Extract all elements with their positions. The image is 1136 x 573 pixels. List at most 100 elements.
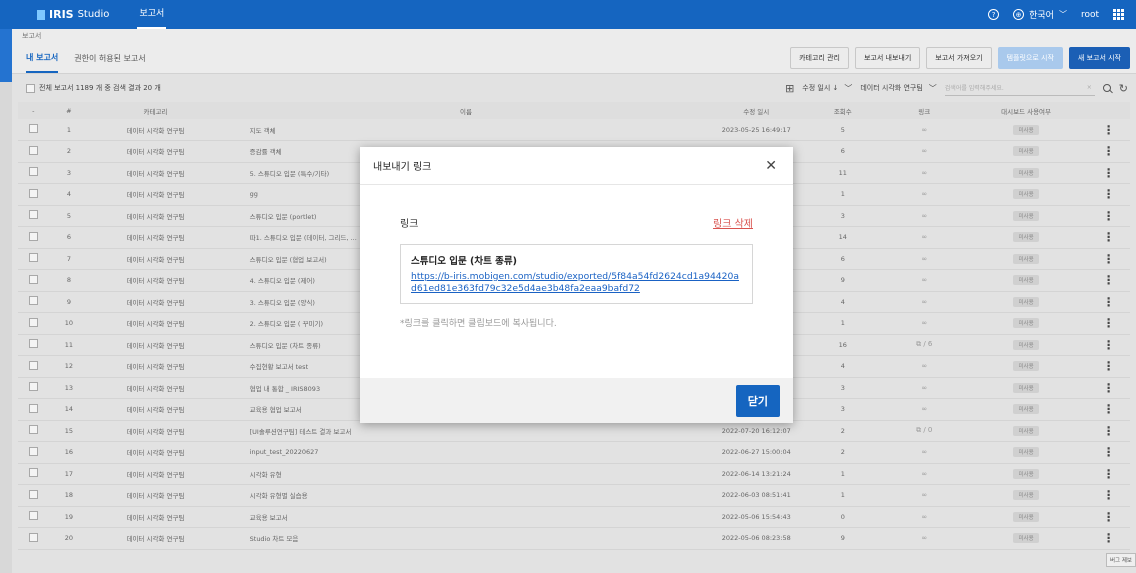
link-icon[interactable]: ∞ — [921, 534, 927, 542]
more-options-icon[interactable]: ⋮ — [1103, 252, 1115, 266]
help-icon[interactable]: ? — [988, 9, 1000, 20]
row-checkbox[interactable] — [28, 468, 38, 478]
link-icon[interactable]: ∞ — [921, 405, 927, 413]
column-header-dashboard[interactable]: 대시보드 사용여부 — [965, 102, 1087, 119]
column-header-views[interactable]: 조회수 — [802, 102, 883, 119]
column-header-select[interactable]: - — [18, 102, 49, 119]
template-start-button[interactable]: 템플릿으로 시작 — [997, 47, 1063, 69]
row-checkbox[interactable] — [28, 382, 38, 392]
category-filter-select[interactable]: 데이터 시각화 연구팀 ﹀ — [860, 83, 936, 94]
row-checkbox[interactable] — [28, 274, 38, 284]
link-icon[interactable]: ∞ — [921, 298, 927, 306]
link-icon[interactable]: ∞ — [921, 319, 927, 327]
table-row[interactable]: 16 데이터 시각화 연구팀 input_test_20220627 2022-06-… — [18, 442, 1130, 464]
row-checkbox[interactable] — [28, 532, 38, 542]
link-icon[interactable]: ∞ — [921, 513, 927, 521]
table-row[interactable]: 20 데이터 시각화 연구팀 Studio 차트 모음 2022-05-06 08:2… — [18, 528, 1130, 550]
row-name[interactable]: [UI솔루션연구팀] 테스트 결과 보고서 — [222, 420, 711, 442]
search-input[interactable]: 검색어를 입력해주세요. × — [944, 80, 1095, 96]
row-checkbox[interactable] — [28, 360, 38, 370]
row-checkbox[interactable] — [28, 489, 38, 499]
column-header-number[interactable]: # — [49, 102, 90, 119]
row-checkbox[interactable] — [28, 296, 38, 306]
sort-select[interactable]: 수정 일시 ↓ ﹀ — [802, 83, 852, 94]
link-icon[interactable]: ∞ — [921, 233, 927, 241]
nav-tab-reports[interactable]: 보고서 — [137, 0, 167, 29]
link-icon[interactable]: ⧉ / 6 — [916, 340, 932, 348]
more-options-icon[interactable]: ⋮ — [1103, 531, 1115, 545]
more-options-icon[interactable]: ⋮ — [1103, 402, 1115, 416]
row-checkbox[interactable] — [28, 403, 38, 413]
column-header-category[interactable]: 카테고리 — [89, 102, 221, 119]
link-icon[interactable]: ∞ — [921, 190, 927, 198]
table-row[interactable]: 17 데이터 시각화 연구팀 시각화 유형 2022-06-14 13:21:24 1 ∞… — [18, 463, 1130, 485]
tab-shared-reports[interactable]: 권한이 허용된 보고서 — [74, 45, 145, 72]
table-row[interactable]: 1 데이터 시각화 연구팀 지도 객체 2023-05-25 16:49:17 5 ∞ 미사… — [18, 119, 1130, 141]
more-options-icon[interactable]: ⋮ — [1103, 123, 1115, 137]
refresh-icon[interactable]: ↻ — [1119, 82, 1128, 95]
row-checkbox[interactable] — [28, 231, 38, 241]
row-checkbox[interactable] — [28, 145, 38, 155]
column-header-link[interactable]: 링크 — [884, 102, 965, 119]
tab-my-reports[interactable]: 내 보고서 — [26, 44, 59, 73]
more-options-icon[interactable]: ⋮ — [1103, 467, 1115, 481]
row-checkbox[interactable] — [28, 446, 38, 456]
row-checkbox[interactable] — [28, 124, 38, 133]
table-row[interactable]: 18 데이터 시각화 연구팀 시각화 유형별 실습용 2022-06-03 08:51… — [18, 485, 1130, 507]
column-header-modified[interactable]: 수정 일시 — [710, 102, 802, 119]
row-checkbox[interactable] — [28, 511, 38, 521]
language-selector[interactable]: ⊕ 한국어 ﹀ — [1013, 8, 1067, 21]
row-name[interactable]: 지도 객체 — [222, 119, 711, 141]
row-checkbox[interactable] — [28, 210, 38, 220]
more-options-icon[interactable]: ⋮ — [1103, 338, 1115, 352]
more-options-icon[interactable]: ⋮ — [1103, 295, 1115, 309]
layout-toggle-icon[interactable]: ⊞ — [785, 82, 794, 95]
export-report-button[interactable]: 보고서 내보내기 — [854, 47, 921, 69]
more-options-icon[interactable]: ⋮ — [1103, 424, 1115, 438]
link-icon[interactable]: ∞ — [921, 362, 927, 370]
more-options-icon[interactable]: ⋮ — [1103, 273, 1115, 287]
link-icon[interactable]: ∞ — [921, 212, 927, 220]
link-icon[interactable]: ∞ — [921, 147, 927, 155]
modal-close-button[interactable]: 닫기 — [735, 384, 780, 417]
link-icon[interactable]: ⧉ / 0 — [916, 426, 932, 434]
row-name[interactable]: 시각화 유형별 실습용 — [222, 485, 711, 507]
delete-link-button[interactable]: 링크 삭제 — [713, 215, 753, 230]
clear-icon[interactable]: × — [1087, 84, 1092, 91]
column-header-name[interactable]: 이름 — [222, 102, 711, 119]
search-icon[interactable] — [1102, 84, 1111, 92]
more-options-icon[interactable]: ⋮ — [1103, 209, 1115, 223]
app-logo[interactable]: IRIS Studio — [37, 8, 109, 21]
row-checkbox[interactable] — [28, 425, 38, 435]
link-icon[interactable]: ∞ — [921, 491, 927, 499]
link-icon[interactable]: ∞ — [921, 255, 927, 263]
more-options-icon[interactable]: ⋮ — [1103, 144, 1115, 158]
apps-grid-icon[interactable] — [1113, 9, 1124, 20]
link-icon[interactable]: ∞ — [921, 276, 927, 284]
row-name[interactable]: 시각화 유형 — [222, 463, 711, 485]
table-row[interactable]: 15 데이터 시각화 연구팀 [UI솔루션연구팀] 테스트 결과 보고서 2022-0… — [18, 420, 1130, 442]
bug-report-tag[interactable]: 버그 제보 — [1106, 553, 1136, 567]
row-name[interactable]: input_test_20220627 — [222, 442, 711, 464]
more-options-icon[interactable]: ⋮ — [1103, 359, 1115, 373]
row-checkbox[interactable] — [28, 339, 38, 349]
more-options-icon[interactable]: ⋮ — [1103, 381, 1115, 395]
link-icon[interactable]: ∞ — [921, 169, 927, 177]
category-manage-button[interactable]: 카테고리 관리 — [790, 47, 849, 69]
row-checkbox[interactable] — [28, 188, 38, 198]
more-options-icon[interactable]: ⋮ — [1103, 230, 1115, 244]
more-options-icon[interactable]: ⋮ — [1103, 316, 1115, 330]
row-checkbox[interactable] — [28, 253, 38, 263]
link-icon[interactable]: ∞ — [921, 384, 927, 392]
import-report-button[interactable]: 보고서 가져오기 — [926, 47, 992, 69]
row-checkbox[interactable] — [28, 167, 38, 177]
more-options-icon[interactable]: ⋮ — [1103, 166, 1115, 180]
table-row[interactable]: 19 데이터 시각화 연구팀 교육용 보고서 2022-05-06 15:54:43 0… — [18, 506, 1130, 528]
more-options-icon[interactable]: ⋮ — [1103, 187, 1115, 201]
link-icon[interactable]: ∞ — [921, 470, 927, 478]
user-menu[interactable]: root — [1081, 10, 1099, 20]
row-name[interactable]: 교육용 보고서 — [222, 506, 711, 528]
close-icon[interactable]: ✕ — [765, 158, 777, 174]
row-name[interactable]: Studio 차트 모음 — [222, 528, 711, 550]
more-options-icon[interactable]: ⋮ — [1103, 445, 1115, 459]
